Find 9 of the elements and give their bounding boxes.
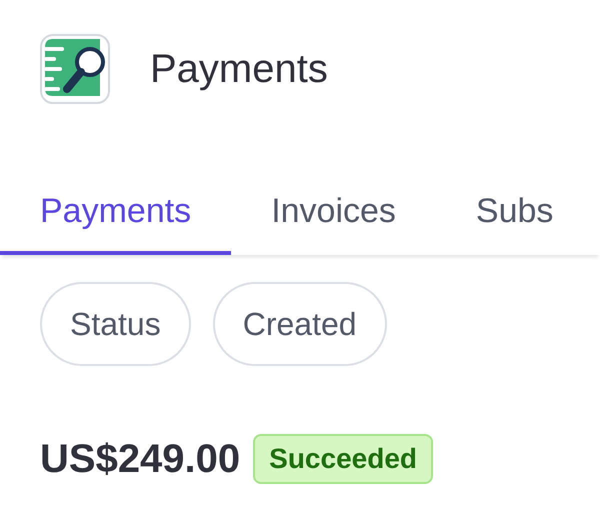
status-badge: Succeeded bbox=[253, 434, 434, 484]
filter-button[interactable]: Created bbox=[212, 282, 387, 366]
page-title: Payments bbox=[150, 48, 328, 88]
tab[interactable]: Subs bbox=[436, 120, 554, 255]
payment-amount: US$249.00 bbox=[40, 439, 240, 479]
filter-button[interactable]: Status bbox=[40, 282, 191, 366]
app-logo bbox=[40, 34, 110, 104]
tab[interactable]: Invoices bbox=[231, 120, 436, 255]
tab[interactable]: Payments bbox=[0, 120, 232, 255]
